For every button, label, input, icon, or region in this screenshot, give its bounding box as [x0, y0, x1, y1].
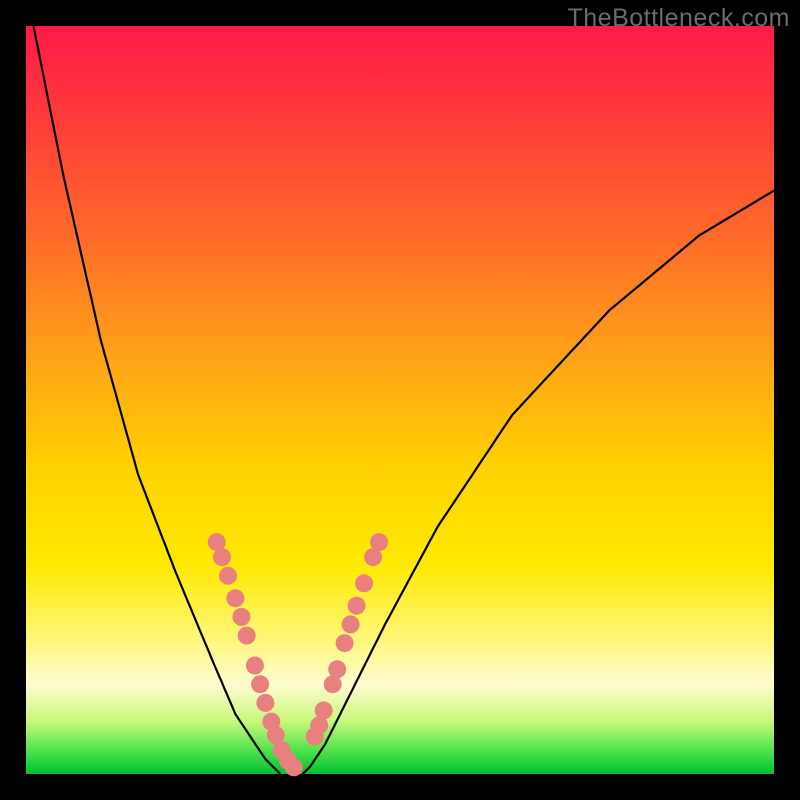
data-marker	[370, 533, 388, 551]
markers-right	[306, 533, 388, 746]
data-marker	[355, 574, 373, 592]
watermark-text: TheBottleneck.com	[568, 4, 791, 33]
data-marker	[348, 597, 366, 615]
data-marker	[246, 657, 264, 675]
data-marker	[251, 675, 269, 693]
data-marker	[342, 615, 360, 633]
markers-left	[208, 533, 303, 776]
plot-svg	[26, 26, 774, 774]
curve-right	[303, 191, 774, 774]
data-marker	[256, 694, 274, 712]
data-marker	[285, 758, 303, 776]
curve-left-group	[34, 26, 281, 774]
data-marker	[238, 627, 256, 645]
data-marker	[336, 634, 354, 652]
data-marker	[315, 701, 333, 719]
data-marker	[232, 608, 250, 626]
curve-left	[34, 26, 281, 774]
plot-area	[26, 26, 774, 774]
data-marker	[226, 589, 244, 607]
data-marker	[328, 660, 346, 678]
curve-right-group	[303, 191, 774, 774]
data-marker	[213, 548, 231, 566]
data-marker	[219, 567, 237, 585]
